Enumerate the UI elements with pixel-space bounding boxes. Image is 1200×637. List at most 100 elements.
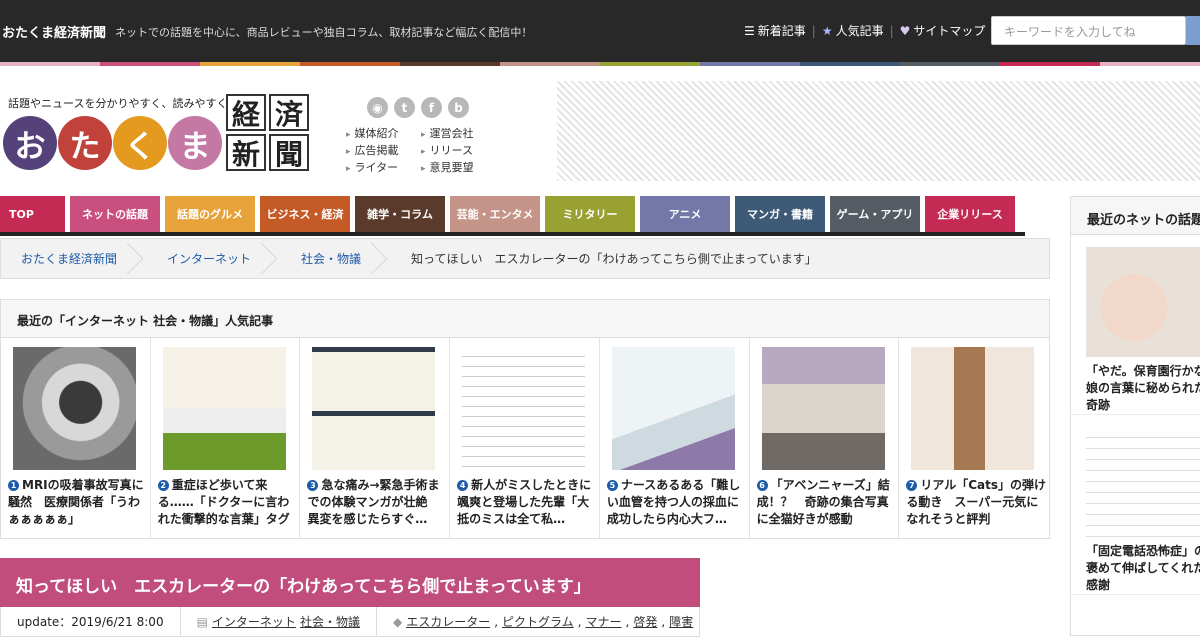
folder-icon: ▤ — [196, 614, 208, 629]
sitemap-link[interactable]: ♥ サイトマップ — [900, 22, 986, 39]
nav-military[interactable]: ミリタリー — [545, 196, 635, 232]
release-link[interactable]: リリース — [421, 143, 474, 160]
popular-title: リアル「Cats」の弾ける動き スーパー元気になれそうと評判 — [906, 478, 1046, 526]
top-bar: おたくま経済新聞 ネットでの話題を中心に、商品レビューや独自コラム、取材記事など… — [0, 0, 1200, 62]
ad-banner[interactable] — [557, 81, 1200, 181]
nav-anime[interactable]: アニメ — [640, 196, 730, 232]
popular-article-4[interactable]: 4 新人がミスしたときに颯爽と登場した先輩「大抵のミスは全て私… — [450, 338, 600, 538]
stripe-segment — [1100, 62, 1200, 66]
breadcrumb-society[interactable]: 社会・物議 — [271, 239, 381, 278]
sidebar: 最近のネットの話題 「やだ。保育園行かない 娘の言葉に秘められた与 奇跡 「固定… — [1070, 196, 1200, 636]
logo-circle-o[interactable]: お — [3, 116, 57, 170]
stripe-segment — [0, 62, 100, 66]
popular-article-3[interactable]: 3 急な痛み→緊急手術までの体験マンガが壮絶 異変を感じたらすぐ… — [300, 338, 451, 538]
divider: | — [889, 23, 894, 38]
thumbnail — [462, 347, 586, 470]
nav-underline — [0, 232, 1025, 236]
popular-heading: 最近の「インターネット 社会・物議」人気記事 — [1, 300, 1049, 338]
stripe-segment — [300, 62, 400, 66]
rank-badge: 5 — [606, 480, 618, 491]
logo-circle-ku[interactable]: く — [113, 116, 167, 170]
popular-articles-link[interactable]: ★ 人気記事 — [822, 22, 884, 39]
popular-title: MRIの吸着事故写真に騒然 医療関係者「うわぁぁぁぁぁ」 — [8, 478, 144, 526]
thumbnail — [611, 347, 735, 470]
feedback-link[interactable]: 意見要望 — [421, 160, 474, 177]
stripe-segment — [700, 62, 800, 66]
rank-badge: 3 — [307, 480, 319, 491]
media-info-link[interactable]: 媒体紹介 — [346, 126, 399, 143]
rank-badge: 2 — [157, 480, 169, 491]
heart-icon: ♥ — [899, 23, 911, 38]
thumbnail — [13, 347, 136, 470]
nav-releases[interactable]: 企業リリース — [925, 196, 1015, 232]
nav-games[interactable]: ゲーム・アプリ — [830, 196, 920, 232]
site-tagline: ネットでの話題を中心に、商品レビューや独自コラム、取材記事など幅広く配信中！ — [115, 26, 533, 39]
logo-circle-ma[interactable]: ま — [168, 116, 222, 170]
tag-link[interactable]: ピクトグラム — [502, 613, 574, 630]
nav-entertainment[interactable]: 芸能・エンタメ — [450, 196, 540, 232]
stripe-segment — [600, 62, 700, 66]
popular-article-2[interactable]: 2 重症ほど歩いて来る……「ドクターに言われた衝撃的な言葉」タグ — [151, 338, 301, 538]
nav-business[interactable]: ビジネス・経済 — [260, 196, 350, 232]
logo-kanji-shin: 新 — [226, 134, 266, 171]
color-stripe — [0, 62, 1200, 66]
breadcrumb-internet[interactable]: インターネット — [137, 239, 271, 278]
tag-link[interactable]: マナー — [586, 613, 622, 630]
popular-article-1[interactable]: 1 MRIの吸着事故写真に騒然 医療関係者「うわぁぁぁぁぁ」 — [1, 338, 151, 538]
company-link[interactable]: 運営会社 — [421, 126, 474, 143]
rss-icon[interactable]: ◉ — [367, 97, 388, 118]
rank-badge: 1 — [8, 480, 19, 491]
rank-badge: 7 — [906, 480, 918, 491]
stripe-segment — [800, 62, 900, 66]
sidebar-article-title: 「やだ。保育園行かない 娘の言葉に秘められた与 奇跡 — [1086, 364, 1200, 412]
nav-manga[interactable]: マンガ・書籍 — [735, 196, 825, 232]
rank-badge: 4 — [457, 480, 469, 491]
new-articles-link[interactable]: ☰ 新着記事 — [744, 22, 806, 39]
breadcrumb-current: 知ってほしい エスカレーターの「わけあってこちら側で止まっています」 — [411, 252, 817, 266]
search-button[interactable] — [1186, 16, 1200, 45]
popular-title: ナースあるある「難しい血管を持つ人の採血に成功したら内心大フ… — [606, 478, 741, 526]
advertising-link[interactable]: 広告掲載 — [346, 143, 399, 160]
popular-article-7[interactable]: 7 リアル「Cats」の弾ける動き スーパー元気になれそうと評判 — [899, 338, 1049, 538]
tag-link[interactable]: 啓発 — [633, 613, 657, 630]
nav-column[interactable]: 雑学・コラム — [355, 196, 445, 232]
top-links: ☰ 新着記事 | ★ 人気記事 | ♥ サイトマップ — [744, 22, 985, 39]
category-link[interactable]: 社会・物議 — [300, 613, 360, 630]
tag-icon: ◆ — [392, 614, 403, 629]
nav-top[interactable]: TOP — [0, 196, 65, 232]
thumbnail — [911, 347, 1035, 470]
popular-title: 新人がミスしたときに颯爽と登場した先輩「大抵のミスは全て私… — [457, 478, 592, 526]
article-categories: ▤ インターネット 社会・物議 — [181, 607, 377, 636]
popular-article-6[interactable]: 6 「アベンニャーズ」結成！？ 奇跡の集合写真に全猫好きが感動 — [750, 338, 900, 538]
update-date: update：2019/6/21 8:00 — [1, 607, 181, 636]
stripe-segment — [400, 62, 500, 66]
site-name[interactable]: おたくま経済新聞 — [2, 22, 106, 41]
breadcrumb-home[interactable]: おたくま経済新聞 — [1, 239, 137, 278]
info-links-left: 媒体紹介 広告掲載 ライター — [346, 126, 399, 177]
list-icon: ☰ — [744, 23, 755, 38]
writer-link[interactable]: ライター — [346, 160, 399, 177]
twitter-icon[interactable]: t — [394, 97, 415, 118]
stripe-segment — [100, 62, 200, 66]
popular-articles: 最近の「インターネット 社会・物議」人気記事 1 MRIの吸着事故写真に騒然 医療… — [0, 299, 1050, 539]
tag-link[interactable]: エスカレーター — [406, 613, 490, 630]
popular-article-5[interactable]: 5 ナースあるある「難しい血管を持つ人の採血に成功したら内心大フ… — [600, 338, 750, 538]
facebook-icon[interactable]: f — [421, 97, 442, 118]
logo-kanji-bun: 聞 — [269, 134, 309, 171]
logo-kanji-zai: 済 — [269, 94, 309, 131]
tag-link[interactable]: 障害 — [669, 613, 693, 630]
article-tags: ◆ エスカレーター, ピクトグラム, マナー, 啓発, 障害 — [392, 613, 694, 630]
star-icon: ★ — [821, 23, 833, 38]
logo-circle-ta[interactable]: た — [58, 116, 112, 170]
hatena-bookmark-icon[interactable]: b — [448, 97, 469, 118]
popular-title: 「アベンニャーズ」結成！？ 奇跡の集合写真に全猫好きが感動 — [756, 478, 890, 526]
nav-gourmet[interactable]: 話題のグルメ — [165, 196, 255, 232]
thumbnail — [1086, 427, 1200, 537]
search-input[interactable]: キーワードを入力してね — [991, 16, 1186, 45]
category-link[interactable]: インターネット — [212, 613, 296, 630]
sidebar-article[interactable]: 「固定電話恐怖症」の新 褒めて伸ばしてくれた上 感謝 — [1071, 415, 1200, 595]
sidebar-article[interactable]: 「やだ。保育園行かない 娘の言葉に秘められた与 奇跡 — [1071, 235, 1200, 415]
nav-net-topics[interactable]: ネットの話題 — [70, 196, 160, 232]
rank-badge: 6 — [756, 480, 768, 491]
thumbnail — [312, 347, 436, 470]
